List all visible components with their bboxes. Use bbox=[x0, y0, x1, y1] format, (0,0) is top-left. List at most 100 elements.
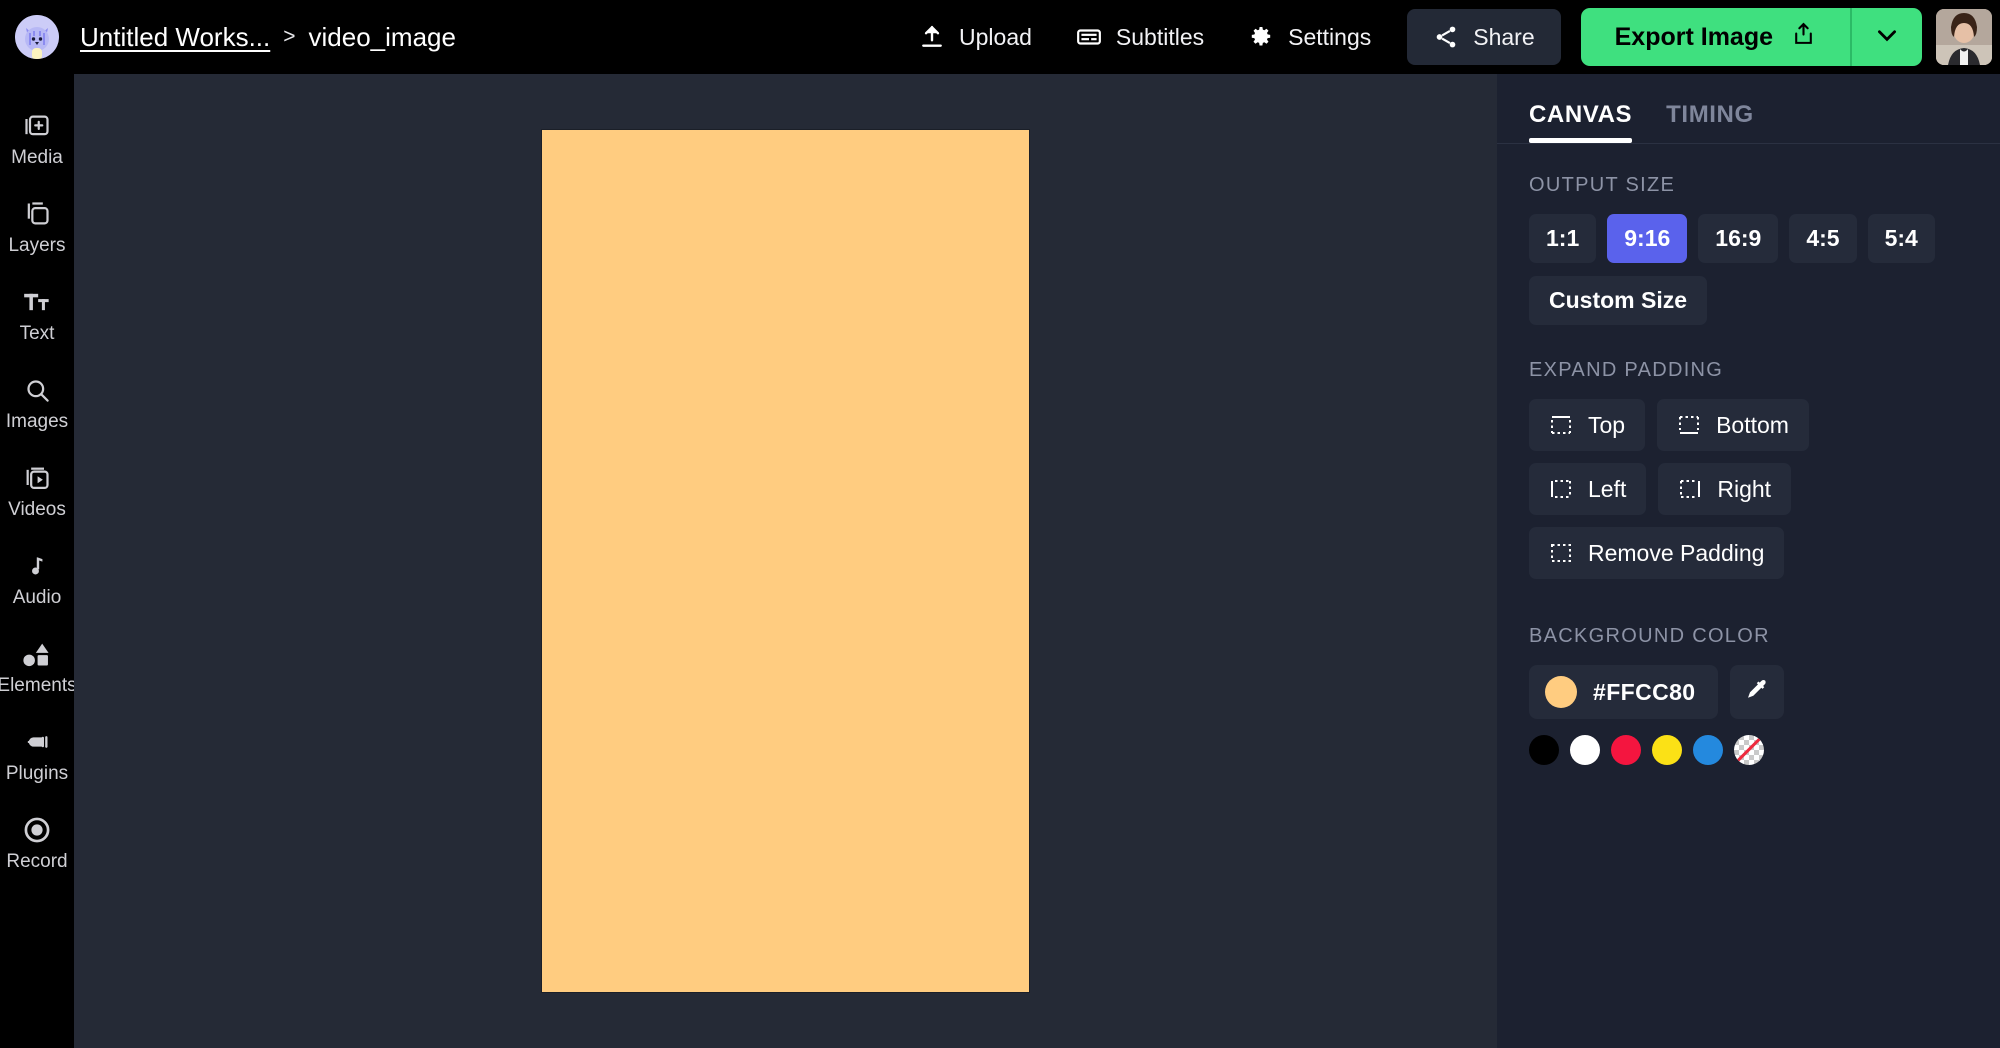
pad-none-icon bbox=[1549, 541, 1573, 565]
canvas-workspace[interactable] bbox=[74, 74, 1497, 1048]
custom-size-button[interactable]: Custom Size bbox=[1529, 276, 1707, 325]
sidebar-item-label: Elements bbox=[0, 675, 77, 697]
padding-bottom-label: Bottom bbox=[1716, 412, 1789, 439]
artboard[interactable] bbox=[542, 130, 1029, 992]
output-size-section-label: OUTPUT SIZE bbox=[1529, 174, 1968, 197]
add-media-icon bbox=[22, 111, 52, 141]
ratio-button-4-5[interactable]: 4:5 bbox=[1789, 214, 1856, 263]
music-note-icon bbox=[22, 551, 52, 581]
sidebar-item-label: Media bbox=[11, 147, 63, 169]
sidebar-item-label: Videos bbox=[8, 499, 66, 521]
user-avatar-photo bbox=[1936, 9, 1992, 65]
sidebar-item-images[interactable]: Images bbox=[0, 360, 74, 448]
export-button-group: Export Image bbox=[1581, 8, 1922, 66]
top-bar: Untitled Works... > video_image Upload bbox=[0, 0, 2000, 74]
share-button[interactable]: Share bbox=[1407, 9, 1560, 65]
panel-tabs: CANVAS TIMING bbox=[1497, 74, 2000, 144]
breadcrumb: Untitled Works... > video_image bbox=[80, 22, 456, 53]
subtitles-icon bbox=[1076, 24, 1102, 50]
subtitles-label: Subtitles bbox=[1116, 24, 1204, 51]
cat-avatar-logo-glyph bbox=[15, 15, 59, 59]
padding-row-1: Top Bottom bbox=[1529, 399, 1968, 451]
swatch-transparent[interactable] bbox=[1734, 735, 1764, 765]
background-color-controls: #FFCC80 bbox=[1529, 665, 1968, 719]
sidebar-item-label: Layers bbox=[8, 235, 65, 257]
sidebar-item-layers[interactable]: Layers bbox=[0, 184, 74, 272]
sidebar-item-plugins[interactable]: Plugins bbox=[0, 712, 74, 800]
ratio-button-9-16[interactable]: 9:16 bbox=[1607, 214, 1687, 263]
tab-canvas[interactable]: CANVAS bbox=[1529, 101, 1632, 143]
breadcrumb-separator-icon: > bbox=[283, 25, 295, 49]
padding-left-label: Left bbox=[1588, 476, 1626, 503]
remove-padding-label: Remove Padding bbox=[1588, 540, 1764, 567]
swatch-yellow[interactable] bbox=[1652, 735, 1682, 765]
gear-icon bbox=[1248, 24, 1274, 50]
tab-timing-label: TIMING bbox=[1666, 101, 1754, 128]
sidebar-item-text[interactable]: Text bbox=[0, 272, 74, 360]
sidebar-item-label: Audio bbox=[13, 587, 62, 609]
shapes-icon bbox=[22, 639, 52, 669]
export-image-label: Export Image bbox=[1615, 23, 1773, 52]
text-tt-icon bbox=[22, 287, 52, 317]
expand-padding-section-label: EXPAND PADDING bbox=[1529, 359, 1968, 382]
breadcrumb-workspace[interactable]: Untitled Works... bbox=[80, 22, 270, 53]
subtitles-button[interactable]: Subtitles bbox=[1054, 9, 1226, 65]
upload-label: Upload bbox=[959, 24, 1032, 51]
sidebar-item-elements[interactable]: Elements bbox=[0, 624, 74, 712]
export-options-dropdown[interactable] bbox=[1850, 8, 1922, 66]
upload-icon bbox=[919, 24, 945, 50]
aspect-ratio-group: 1:1 9:16 16:9 4:5 5:4 bbox=[1529, 214, 1968, 263]
breadcrumb-project-name[interactable]: video_image bbox=[309, 22, 456, 53]
settings-button[interactable]: Settings bbox=[1226, 9, 1393, 65]
panel-content: OUTPUT SIZE 1:1 9:16 16:9 4:5 5:4 Custom… bbox=[1497, 144, 2000, 765]
left-sidebar: Media Layers Text bbox=[0, 74, 74, 1048]
ratio-button-1-1[interactable]: 1:1 bbox=[1529, 214, 1596, 263]
padding-left-button[interactable]: Left bbox=[1529, 463, 1646, 515]
sidebar-item-audio[interactable]: Audio bbox=[0, 536, 74, 624]
video-play-icon bbox=[22, 463, 52, 493]
swatch-blue[interactable] bbox=[1693, 735, 1723, 765]
background-color-field[interactable]: #FFCC80 bbox=[1529, 665, 1718, 719]
app-logo[interactable] bbox=[0, 0, 74, 74]
swatch-white[interactable] bbox=[1570, 735, 1600, 765]
pad-left-icon bbox=[1549, 477, 1573, 501]
sidebar-item-media[interactable]: Media bbox=[0, 96, 74, 184]
export-share-icon bbox=[1791, 21, 1816, 53]
right-properties-panel: CANVAS TIMING OUTPUT SIZE 1:1 9:16 16:9 … bbox=[1497, 74, 2000, 1048]
ratio-button-16-9[interactable]: 16:9 bbox=[1698, 214, 1778, 263]
settings-label: Settings bbox=[1288, 24, 1371, 51]
sidebar-item-videos[interactable]: Videos bbox=[0, 448, 74, 536]
sidebar-item-label: Text bbox=[20, 323, 55, 345]
sidebar-item-label: Plugins bbox=[6, 763, 68, 785]
search-images-icon bbox=[22, 375, 52, 405]
plug-icon bbox=[22, 727, 52, 757]
padding-top-button[interactable]: Top bbox=[1529, 399, 1645, 451]
cat-avatar-logo bbox=[15, 15, 59, 59]
padding-bottom-button[interactable]: Bottom bbox=[1657, 399, 1809, 451]
top-bar-actions: Upload Subtitles bbox=[897, 0, 2000, 74]
upload-button[interactable]: Upload bbox=[897, 9, 1054, 65]
sidebar-item-record[interactable]: Record bbox=[0, 800, 74, 888]
sidebar-item-label: Record bbox=[6, 851, 67, 873]
background-color-hex: #FFCC80 bbox=[1593, 679, 1696, 706]
padding-top-label: Top bbox=[1588, 412, 1625, 439]
padding-row-3: Remove Padding bbox=[1529, 527, 1968, 579]
export-image-button[interactable]: Export Image bbox=[1581, 8, 1850, 66]
tab-timing[interactable]: TIMING bbox=[1666, 101, 1754, 143]
eyedropper-button[interactable] bbox=[1730, 665, 1784, 719]
padding-right-button[interactable]: Right bbox=[1658, 463, 1791, 515]
swatch-red[interactable] bbox=[1611, 735, 1641, 765]
color-preset-swatches bbox=[1529, 735, 1968, 765]
eyedropper-icon bbox=[1744, 677, 1770, 708]
padding-row-2: Left Right bbox=[1529, 463, 1968, 515]
sidebar-item-label: Images bbox=[6, 411, 68, 433]
share-icon bbox=[1433, 24, 1459, 50]
chevron-down-icon bbox=[1874, 22, 1900, 53]
app-root: Untitled Works... > video_image Upload bbox=[0, 0, 2000, 1048]
avatar[interactable] bbox=[1936, 9, 1992, 65]
ratio-button-5-4[interactable]: 5:4 bbox=[1868, 214, 1935, 263]
remove-padding-button[interactable]: Remove Padding bbox=[1529, 527, 1784, 579]
layers-icon bbox=[22, 199, 52, 229]
swatch-black[interactable] bbox=[1529, 735, 1559, 765]
record-dot-icon bbox=[22, 815, 52, 845]
